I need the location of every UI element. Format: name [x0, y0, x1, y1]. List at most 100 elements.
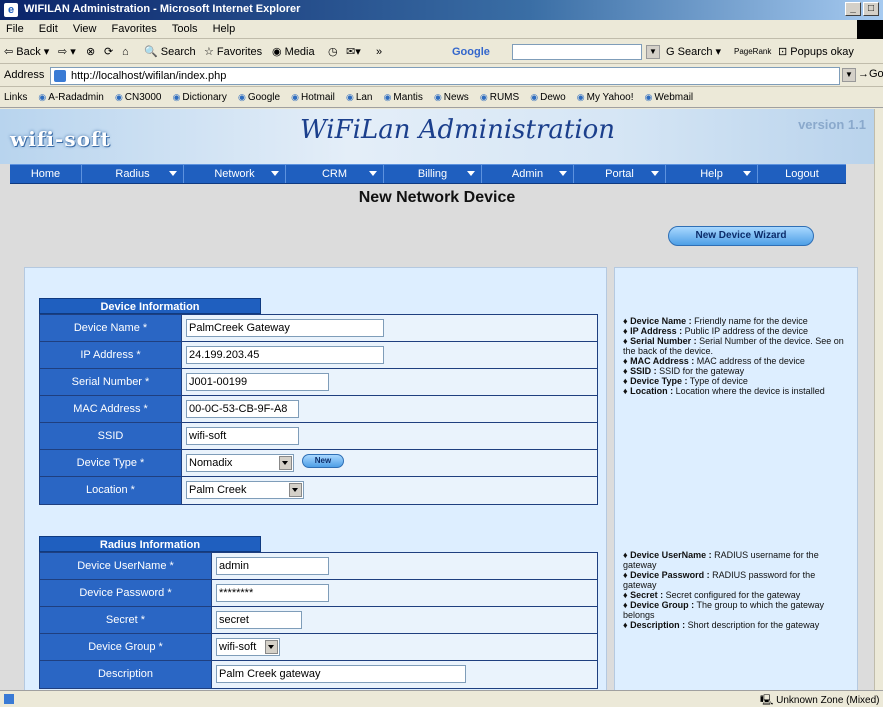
menu-help[interactable]: Help — [207, 20, 242, 38]
nav-billing[interactable]: Billing — [384, 165, 482, 183]
link-item[interactable]: Webmail — [641, 88, 698, 103]
mac-address-input[interactable] — [186, 400, 299, 418]
minimize-button[interactable]: _ — [845, 2, 861, 16]
location-cell: Palm Creek — [182, 477, 597, 504]
search-label: Search — [160, 46, 196, 58]
links-label: Links — [4, 92, 28, 103]
description-input[interactable] — [216, 665, 466, 683]
nav-home[interactable]: Home — [10, 165, 82, 183]
chevron-down-icon — [369, 171, 377, 176]
ip-address-input[interactable] — [186, 346, 384, 364]
nav-radius[interactable]: Radius — [82, 165, 184, 183]
media-button[interactable]: ◉ Media — [272, 43, 315, 61]
link-item[interactable]: A-Radadmin — [34, 88, 107, 103]
help-term: MAC Address : — [630, 356, 695, 366]
help-term: Description : — [630, 620, 686, 630]
nav-crm[interactable]: CRM — [286, 165, 384, 183]
google-search-button[interactable]: G Search ▾ — [666, 43, 721, 61]
serial-number-label: Serial Number * — [40, 369, 182, 395]
nav-admin[interactable]: Admin — [482, 165, 574, 183]
link-item[interactable]: CN3000 — [111, 88, 166, 103]
more-chevron-icon[interactable]: » — [376, 43, 382, 61]
help-item: ♦ MAC Address : MAC address of the devic… — [623, 356, 805, 366]
help-term: Serial Number : — [630, 336, 697, 346]
help-panel: ♦ Device Name : Friendly name for the de… — [614, 267, 858, 690]
window-title: WIFILAN Administration - Microsoft Inter… — [24, 3, 301, 15]
google-dropdown-icon[interactable]: ▼ — [646, 43, 660, 61]
menu-view[interactable]: View — [67, 20, 103, 38]
help-text: Short description for the gateway — [687, 620, 820, 630]
vertical-scrollbar[interactable] — [874, 109, 883, 690]
nav-logout[interactable]: Logout — [758, 165, 846, 183]
menu-file[interactable]: File — [0, 20, 30, 38]
favorites-label: Favorites — [216, 46, 263, 58]
google-search-input[interactable] — [512, 44, 642, 60]
device-username-input[interactable] — [216, 557, 329, 575]
menu-tools[interactable]: Tools — [166, 20, 204, 38]
link-item[interactable]: Google — [234, 88, 284, 103]
help-item: ♦ Secret : Secret configured for the gat… — [623, 590, 801, 600]
radius-info-table: Device UserName * Device Password * Secr… — [39, 552, 598, 689]
favorites-button[interactable]: ☆ Favorites — [204, 43, 262, 61]
secret-input[interactable] — [216, 611, 302, 629]
device-name-input[interactable] — [186, 319, 384, 337]
form-row-device-password: Device Password * — [40, 580, 597, 607]
address-input[interactable]: http://localhost/wifilan/index.php — [50, 67, 840, 85]
form-row-device-name: Device Name * — [40, 315, 597, 342]
link-item[interactable]: Hotmail — [287, 88, 339, 103]
home-icon[interactable]: ⌂ — [122, 43, 129, 61]
ssid-cell — [182, 423, 597, 449]
link-item[interactable]: Dictionary — [169, 88, 231, 103]
chevron-down-icon — [467, 171, 475, 176]
help-item: ♦ Device UserName : RADIUS username for … — [623, 550, 819, 570]
search-button[interactable]: 🔍 Search — [144, 43, 196, 61]
refresh-icon[interactable]: ⟳ — [104, 43, 113, 61]
link-item[interactable]: RUMS — [476, 88, 523, 103]
back-button[interactable]: ⇦ Back ▾ — [4, 43, 49, 61]
device-type-label: Device Type * — [40, 450, 182, 476]
menu-favorites[interactable]: Favorites — [106, 20, 163, 38]
windows-logo-icon — [857, 20, 883, 39]
nav-label: Network — [214, 168, 255, 180]
link-item[interactable]: My Yahoo! — [573, 88, 638, 103]
nav-label: CRM — [321, 168, 348, 180]
mail-icon[interactable]: ✉▾ — [346, 43, 361, 61]
nav-portal[interactable]: Portal — [574, 165, 666, 183]
menu-bar: File Edit View Favorites Tools Help — [0, 20, 883, 39]
help-device-info: ♦ Device Name : Friendly name for the de… — [623, 316, 849, 396]
link-item[interactable]: Mantis — [380, 88, 427, 103]
main-nav: Home Radius Network CRM Billing Admin Po… — [10, 164, 846, 184]
new-device-type-button[interactable]: New — [302, 454, 344, 468]
dropdown-arrow-icon — [265, 640, 278, 654]
nav-network[interactable]: Network — [184, 165, 286, 183]
help-term: Device Password : — [630, 570, 710, 580]
serial-number-input[interactable] — [186, 373, 329, 391]
device-type-select[interactable]: Nomadix — [186, 454, 294, 472]
ip-address-cell — [182, 342, 597, 368]
history-icon[interactable]: ◷ — [328, 43, 338, 61]
link-item[interactable]: Dewo — [526, 88, 569, 103]
location-select[interactable]: Palm Creek — [186, 481, 304, 499]
chevron-down-icon — [651, 171, 659, 176]
stop-icon[interactable]: ⊗ — [86, 43, 95, 61]
form-row-ssid: SSID — [40, 423, 597, 450]
secret-label: Secret * — [40, 607, 212, 633]
maximize-button[interactable]: □ — [863, 2, 879, 16]
new-device-wizard-button[interactable]: New Device Wizard — [668, 226, 814, 246]
device-password-input[interactable] — [216, 584, 329, 602]
forward-button[interactable]: ⇨ ▾ — [58, 43, 76, 61]
menu-edit[interactable]: Edit — [33, 20, 64, 38]
address-label: Address — [4, 69, 45, 81]
link-item[interactable]: News — [430, 88, 473, 103]
app-banner: wifi-soft WiFiLan Administration version… — [0, 109, 874, 164]
ssid-input[interactable] — [186, 427, 299, 445]
nav-help[interactable]: Help — [666, 165, 758, 183]
link-item[interactable]: Lan — [342, 88, 377, 103]
popup-blocker-button[interactable]: ⊡ Popups okay — [778, 43, 854, 61]
window-controls: _ □ — [845, 2, 879, 16]
device-group-select[interactable]: wifi-soft — [216, 638, 280, 656]
address-dropdown-icon[interactable]: ▼ — [842, 68, 856, 82]
page-viewport: wifi-soft WiFiLan Administration version… — [0, 109, 874, 690]
help-term: IP Address : — [630, 326, 683, 336]
go-button[interactable]: →Go — [858, 68, 883, 80]
